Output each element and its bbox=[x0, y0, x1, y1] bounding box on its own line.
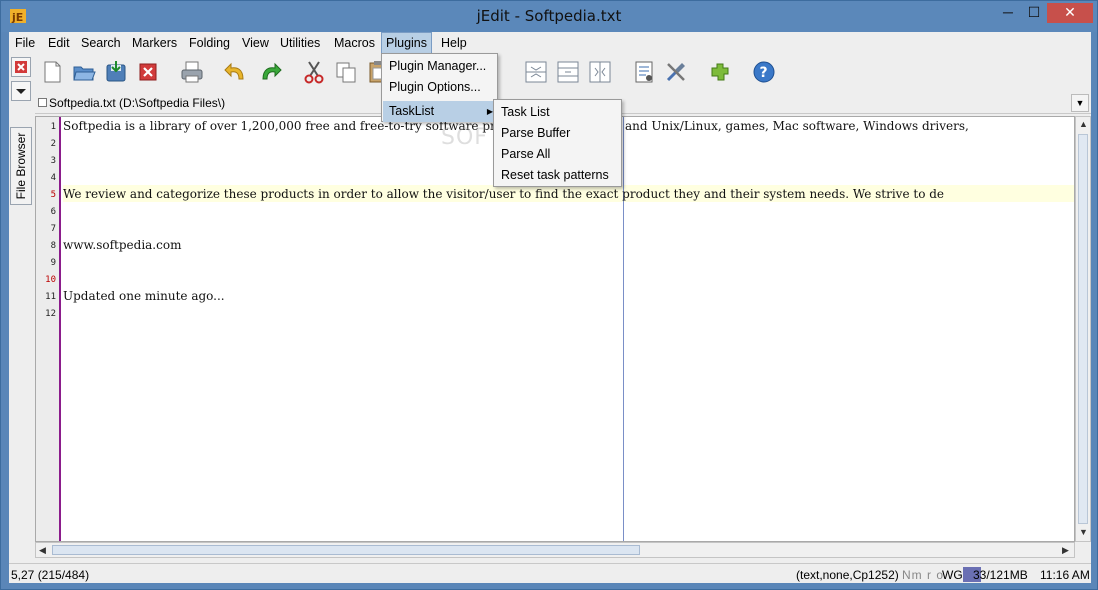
plugin-manager-icon[interactable] bbox=[707, 59, 733, 85]
buffer-options-icon[interactable] bbox=[631, 59, 657, 85]
vertical-scroll-thumb[interactable] bbox=[1078, 134, 1088, 524]
clock: 11:16 AM bbox=[1040, 568, 1090, 582]
line-number: 10 bbox=[45, 275, 56, 285]
scroll-down-icon[interactable]: ▼ bbox=[1079, 527, 1088, 537]
left-dock-strip: File Browser bbox=[9, 55, 33, 215]
menu-item-reset-task-patterns[interactable]: Reset task patterns bbox=[495, 165, 620, 186]
wrap-guide-status[interactable]: WG bbox=[942, 568, 963, 582]
copy-icon[interactable] bbox=[333, 59, 359, 85]
gutter[interactable]: 1 2 3 4 5 6 7 8 9 10 11 12 bbox=[36, 117, 61, 541]
redo-icon[interactable] bbox=[257, 59, 283, 85]
menu-plugins[interactable]: Plugins bbox=[381, 32, 432, 54]
line-number-current: 5 bbox=[50, 190, 56, 200]
menu-edit[interactable]: Edit bbox=[44, 32, 74, 54]
wrap-guide bbox=[623, 117, 624, 541]
scroll-right-icon[interactable]: ▶ bbox=[1062, 545, 1069, 556]
menu-bar: File Edit Search Markers Folding View Ut… bbox=[9, 32, 1091, 54]
cut-icon[interactable] bbox=[301, 59, 327, 85]
horizontal-scroll-thumb[interactable] bbox=[52, 545, 640, 555]
menu-item-tasklist[interactable]: TaskList ▶ bbox=[383, 101, 496, 122]
text-line-current: We review and categorize these products … bbox=[63, 187, 945, 201]
line-number: 9 bbox=[50, 258, 56, 268]
menu-macros[interactable]: Macros bbox=[330, 32, 379, 54]
file-browser-tab[interactable]: File Browser bbox=[10, 127, 32, 205]
plugins-menu-popup: Plugin Manager... Plugin Options... Task… bbox=[381, 53, 498, 122]
toolbar: ? bbox=[39, 55, 1091, 91]
line-number: 11 bbox=[45, 292, 56, 302]
line-number: 8 bbox=[50, 241, 56, 251]
window-title: jEdit - Softpedia.txt bbox=[476, 7, 622, 25]
menu-item-parse-buffer[interactable]: Parse Buffer bbox=[495, 123, 620, 144]
split-vertical-icon[interactable] bbox=[523, 59, 549, 85]
text-line: www.softpedia.com bbox=[63, 238, 182, 252]
scroll-up-icon[interactable]: ▲ bbox=[1079, 119, 1088, 129]
scroll-left-icon[interactable]: ◀ bbox=[39, 545, 46, 556]
menu-utilities[interactable]: Utilities bbox=[276, 32, 324, 54]
buffer-label: Softpedia.txt (D:\Softpedia Files\) bbox=[49, 96, 226, 110]
menu-search[interactable]: Search bbox=[77, 32, 125, 54]
file-browser-label: File Browser bbox=[14, 132, 28, 200]
open-file-icon[interactable] bbox=[71, 59, 97, 85]
menu-item-parse-all[interactable]: Parse All bbox=[495, 144, 620, 165]
buffer-mode-info[interactable]: (text,none,Cp1252) bbox=[796, 568, 899, 582]
new-file-icon[interactable] bbox=[39, 59, 65, 85]
menu-markers[interactable]: Markers bbox=[128, 32, 181, 54]
menu-help[interactable]: Help bbox=[437, 32, 471, 54]
close-dock-icon bbox=[15, 61, 27, 73]
global-options-icon[interactable] bbox=[663, 59, 689, 85]
buffer-modified-indicator bbox=[38, 98, 47, 107]
line-number: 4 bbox=[50, 173, 56, 183]
menu-item-tasklist-label: TaskList bbox=[389, 104, 435, 118]
menu-item-task-list[interactable]: Task List bbox=[495, 102, 620, 123]
split-horizontal-icon[interactable] bbox=[587, 59, 613, 85]
tasklist-submenu-popup: Task List Parse Buffer Parse All Reset t… bbox=[493, 99, 622, 187]
close-dock-button[interactable] bbox=[11, 57, 31, 77]
svg-text:?: ? bbox=[760, 65, 768, 81]
undo-icon[interactable] bbox=[223, 59, 249, 85]
title-bar[interactable]: jE jEdit - Softpedia.txt ─ ☐ ✕ bbox=[1, 1, 1097, 32]
line-number: 2 bbox=[50, 139, 56, 149]
menu-folding[interactable]: Folding bbox=[185, 32, 234, 54]
line-number: 12 bbox=[45, 309, 56, 319]
dock-menu-button[interactable] bbox=[11, 81, 31, 101]
menu-item-plugin-options[interactable]: Plugin Options... bbox=[383, 77, 496, 98]
maximize-button[interactable]: ☐ bbox=[1021, 3, 1047, 23]
chevron-down-icon bbox=[16, 89, 26, 94]
menu-item-plugin-manager[interactable]: Plugin Manager... bbox=[383, 56, 496, 77]
close-file-icon[interactable] bbox=[135, 59, 161, 85]
minimize-button[interactable]: ─ bbox=[995, 3, 1021, 23]
print-icon[interactable] bbox=[179, 59, 205, 85]
menu-file[interactable]: File bbox=[11, 32, 39, 54]
line-number: 1 bbox=[50, 122, 56, 132]
client-area: File Edit Search Markers Folding View Ut… bbox=[9, 32, 1091, 583]
buffer-dropdown-button[interactable]: ▼ bbox=[1071, 94, 1089, 112]
close-window-button[interactable]: ✕ bbox=[1047, 3, 1093, 23]
menu-view[interactable]: View bbox=[238, 32, 273, 54]
status-flags[interactable]: Nm r o bbox=[902, 568, 944, 582]
memory-text: 33/121MB bbox=[973, 568, 1028, 582]
line-number: 6 bbox=[50, 207, 56, 217]
save-file-icon[interactable] bbox=[103, 59, 129, 85]
text-line: Updated one minute ago... bbox=[63, 289, 225, 303]
line-number: 3 bbox=[50, 156, 56, 166]
help-icon[interactable]: ? bbox=[751, 59, 777, 85]
horizontal-scrollbar[interactable]: ◀ ▶ bbox=[35, 542, 1075, 558]
unsplit-icon[interactable] bbox=[555, 59, 581, 85]
memory-status[interactable]: 33/121MB bbox=[963, 567, 1029, 582]
line-number: 7 bbox=[50, 224, 56, 234]
status-bar: 5,27 (215/484) (text,none,Cp1252) Nm r o… bbox=[9, 563, 1091, 583]
caret-position[interactable]: 5,27 (215/484) bbox=[11, 568, 89, 582]
application-window: jE jEdit - Softpedia.txt ─ ☐ ✕ File Edit… bbox=[0, 0, 1098, 590]
vertical-scrollbar[interactable]: ▲ ▼ bbox=[1075, 116, 1091, 542]
